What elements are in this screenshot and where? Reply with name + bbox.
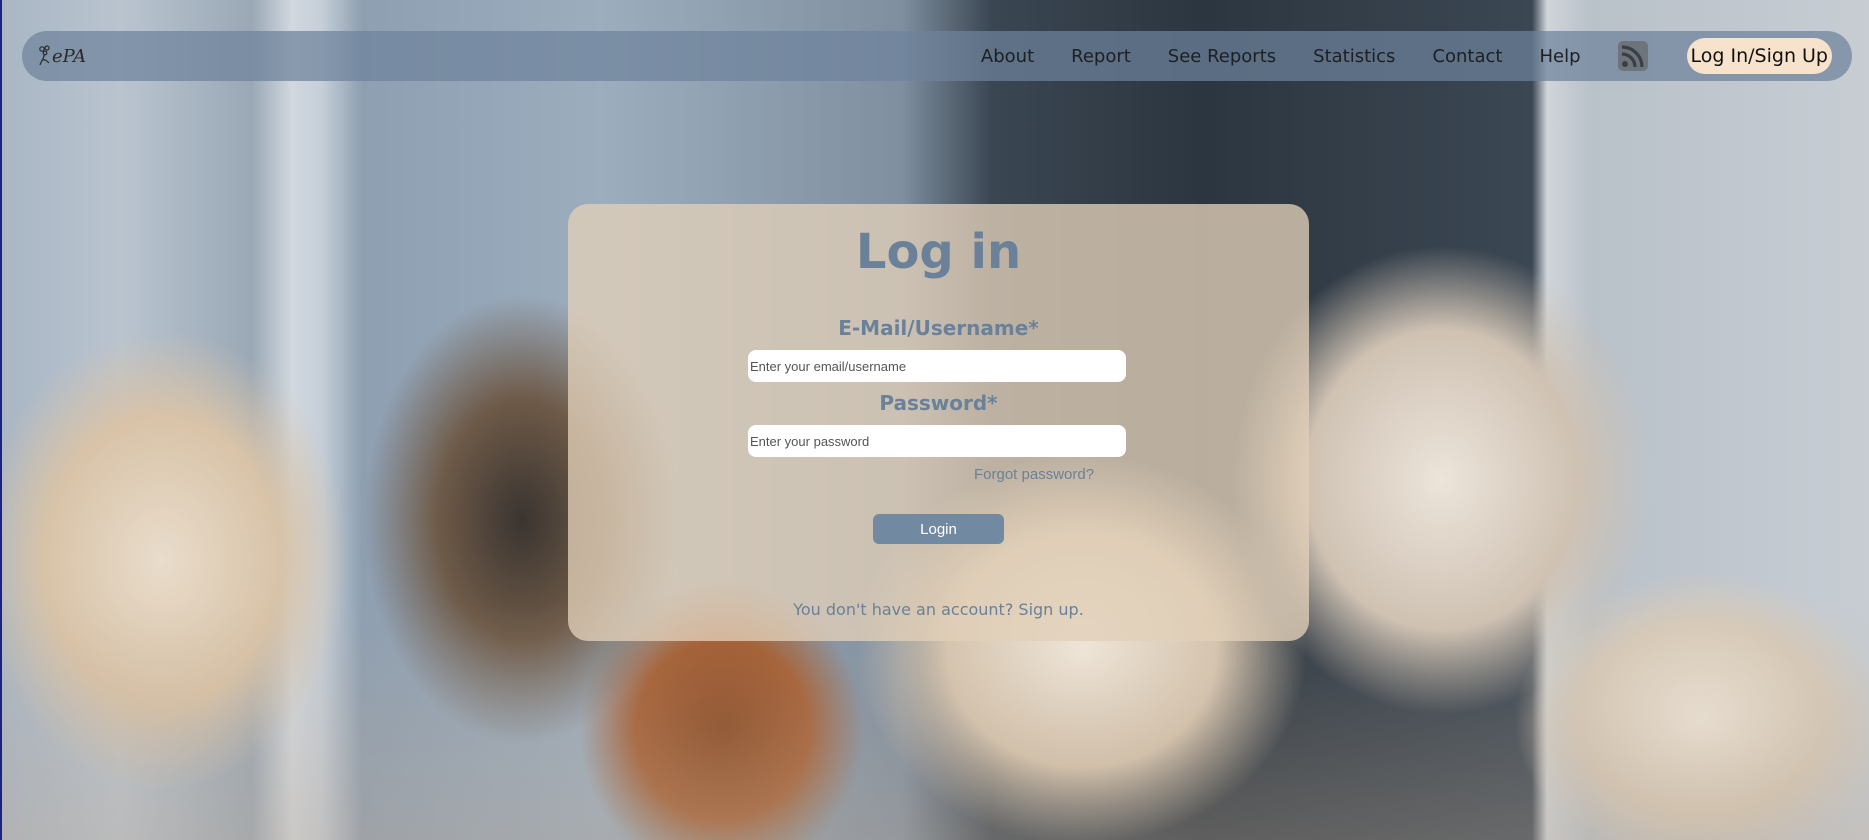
nav-link-help[interactable]: Help	[1539, 46, 1580, 67]
signup-prompt-row: You don't have an account? Sign up.	[568, 600, 1309, 619]
login-card: Log in E-Mail/Username* Password* Forgot…	[568, 204, 1309, 641]
login-signup-button[interactable]: Log In/Sign Up	[1686, 38, 1832, 74]
nav-link-contact[interactable]: Contact	[1432, 46, 1502, 67]
email-label: E-Mail/Username*	[838, 316, 1039, 340]
signup-prompt: You don't have an account?	[793, 600, 1014, 619]
navbar: ePA About Report See Reports Statistics …	[22, 31, 1852, 81]
nav-link-statistics[interactable]: Statistics	[1313, 46, 1395, 67]
page-title: Log in	[855, 224, 1022, 280]
logo-text: ePA	[52, 45, 87, 67]
login-button[interactable]: Login	[873, 514, 1004, 544]
logo[interactable]: ePA	[36, 37, 96, 75]
nav-link-see-reports[interactable]: See Reports	[1168, 46, 1276, 67]
password-field[interactable]	[748, 425, 1126, 457]
email-field[interactable]	[748, 350, 1126, 382]
signup-link[interactable]: Sign up.	[1018, 600, 1083, 619]
password-label: Password*	[879, 391, 998, 415]
nav-link-about[interactable]: About	[981, 46, 1034, 67]
nav-links: About Report See Reports Statistics Cont…	[944, 31, 1832, 81]
nav-link-report[interactable]: Report	[1071, 46, 1131, 67]
page: ePA About Report See Reports Statistics …	[0, 0, 1869, 840]
forgot-password-link[interactable]: Forgot password?	[974, 466, 1094, 483]
rss-feed-icon[interactable]	[1617, 40, 1649, 72]
